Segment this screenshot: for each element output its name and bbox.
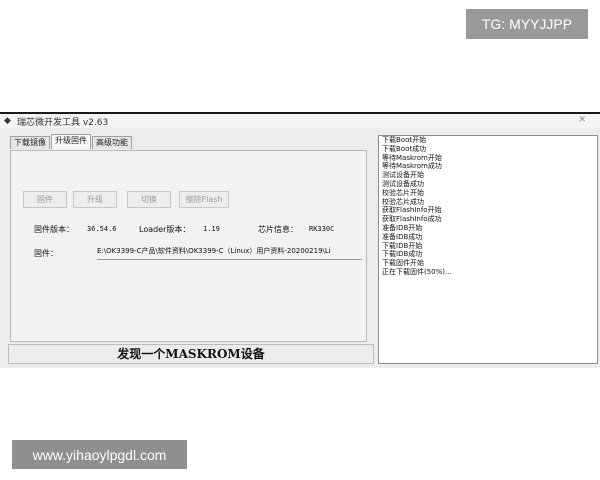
tab-upgrade-firmware[interactable]: 升级固件 [51, 134, 91, 149]
window-title: 瑞芯微开发工具 v2.63 [17, 118, 109, 128]
log-line: 测试设备成功 [382, 179, 424, 188]
loader-version-value: 1.19 [203, 225, 220, 233]
log-line: 下载Boot开始 [382, 136, 427, 144]
log-line: 准备IDB开始 [382, 223, 423, 232]
switch-button[interactable]: 切换 [127, 191, 171, 208]
firmware-button[interactable]: 固件 [23, 191, 67, 208]
log-panel[interactable]: 下载Boot开始 下载Boot成功 等待Maskrom开始 等待Maskrom成… [378, 135, 598, 364]
firmware-version-label: 固件版本： [34, 225, 74, 234]
log-line: 正在下载固件(50%)... [382, 267, 452, 276]
log-line: 等待Maskrom成功 [382, 162, 442, 171]
watermark-top: TG: MYYJJPP [466, 9, 588, 39]
log-line: 下载Boot成功 [382, 144, 427, 153]
firmware-path-label: 固件： [34, 249, 58, 258]
erase-flash-button[interactable]: 擦除Flash [179, 191, 229, 208]
log-line: 获取FlashInfo开始 [382, 206, 442, 215]
app-window: ◆ 瑞芯微开发工具 v2.63 ✕ 下载镜像 升级固件 高级功能 固件 升级 切… [0, 112, 600, 368]
log-line: 测试设备开始 [382, 171, 424, 180]
log-line: 下载IDB成功 [382, 250, 423, 259]
log-line: 校验芯片开始 [382, 188, 424, 197]
firmware-path-field[interactable]: E:\OK3399-C产品\软件资料\OK3399-C（Linux）用户资料-2… [97, 246, 362, 260]
log-line: 准备IDB成功 [382, 232, 423, 241]
tab-download-image[interactable]: 下载镜像 [10, 136, 50, 149]
app-icon: ◆ [4, 116, 11, 126]
tab-strip: 下载镜像 升级固件 高级功能 [10, 134, 133, 149]
firmware-version-value: 36.54.6 [87, 225, 117, 233]
status-bar: 发现一个MASKROM设备 [8, 344, 374, 364]
log-line: 下载固件开始 [382, 259, 424, 268]
chip-info-label: 芯片信息： [258, 225, 298, 234]
upgrade-button[interactable]: 升级 [73, 191, 117, 208]
window-control-icon[interactable]: ✕ [578, 115, 586, 125]
tab-advanced-functions[interactable]: 高级功能 [92, 136, 132, 149]
log-line: 获取FlashInfo成功 [382, 215, 442, 224]
chip-info-value: RK330C [309, 225, 335, 233]
watermark-bottom: www.yihaoylpgdl.com [12, 440, 187, 469]
upgrade-firmware-panel: 固件 升级 切换 擦除Flash 固件版本： 36.54.6 Loader版本：… [10, 150, 367, 342]
loader-version-label: Loader版本： [139, 225, 191, 234]
title-bar: ◆ 瑞芯微开发工具 v2.63 ✕ [0, 114, 600, 128]
